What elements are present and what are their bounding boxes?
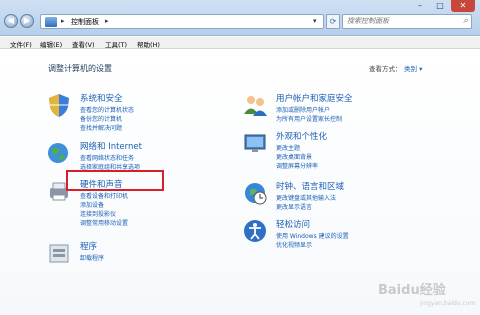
address-dropdown-icon[interactable]: ▾ [313, 17, 317, 25]
programs-icon [49, 244, 69, 263]
category-link[interactable]: 为所有用户设置家长控制 [276, 114, 342, 123]
category-link[interactable]: 更改显示语言 [276, 202, 312, 211]
menu-tools[interactable]: 工具(T) [105, 39, 127, 49]
category-link[interactable]: 查看设备和打印机 [80, 191, 128, 200]
category-title[interactable]: 时钟、语言和区域 [276, 180, 344, 192]
category-title[interactable]: 用户帐户和家庭安全 [276, 92, 353, 104]
maximize-button[interactable]: □ [430, 0, 450, 12]
category-title[interactable]: 网络和 Internet [80, 140, 142, 152]
address-bar[interactable]: ▸ 控制面板 ▸ ▾ [40, 14, 324, 29]
category-title[interactable]: 轻松访问 [276, 218, 310, 230]
view-by-dropdown[interactable]: 类别 ▾ [404, 63, 422, 73]
control-panel-content: 调整计算机的设置 查看方式： 类别 ▾ 系统和安全 查看您的计算机状态 备份您的… [0, 50, 480, 315]
appearance-icon [244, 134, 266, 152]
category-link[interactable]: 连接到投影仪 [80, 209, 116, 218]
category-link[interactable]: 查找并解决问题 [80, 123, 122, 132]
category-link[interactable]: 更改键盘或其他输入法 [276, 193, 336, 202]
category-link[interactable]: 优化视频显示 [276, 240, 312, 249]
network-globe-icon [48, 143, 68, 163]
menu-file[interactable]: 文件(F) [10, 39, 32, 49]
window-titlebar: – □ ✕ ◀ ▶ ▸ 控制面板 ▸ ▾ ⟳ ⌕ [0, 0, 480, 36]
breadcrumb-arrow-icon[interactable]: ▸ [105, 17, 109, 25]
minimize-button[interactable]: – [410, 0, 430, 12]
category-title[interactable]: 系统和安全 [80, 92, 123, 104]
highlight-box [66, 170, 164, 191]
ease-of-access-icon [244, 220, 266, 242]
clock-globe-icon [245, 183, 267, 205]
menu-edit[interactable]: 编辑(E) [40, 39, 62, 49]
category-link[interactable]: 更改主题 [276, 143, 300, 152]
breadcrumb-arrow-icon[interactable]: ▸ [61, 17, 65, 25]
category-link[interactable]: 调整屏幕分辨率 [276, 161, 318, 170]
breadcrumb-control-panel[interactable]: 控制面板 [71, 17, 99, 27]
refresh-button[interactable]: ⟳ [326, 14, 340, 29]
search-box[interactable]: ⌕ [342, 14, 472, 29]
users-icon [244, 96, 267, 116]
shield-icon [49, 94, 69, 117]
watermark-url: jingyan.baidu.com [420, 300, 476, 307]
page-title: 调整计算机的设置 [48, 64, 112, 73]
category-title[interactable]: 程序 [80, 240, 97, 252]
category-link[interactable]: 使用 Windows 建议的设置 [276, 231, 349, 240]
menu-help[interactable]: 帮助(H) [137, 39, 160, 49]
search-icon[interactable]: ⌕ [463, 16, 468, 26]
category-link[interactable]: 查看网络状态和任务 [80, 153, 134, 162]
close-button[interactable]: ✕ [451, 0, 475, 12]
category-link[interactable]: 查看您的计算机状态 [80, 105, 134, 114]
menu-bar: 文件(F) 编辑(E) 查看(V) 工具(T) 帮助(H) [0, 37, 480, 49]
category-link[interactable]: 卸载程序 [80, 253, 104, 262]
watermark: Baidu经验 [378, 283, 446, 298]
category-link[interactable]: 调整常用移动设置 [80, 218, 128, 227]
category-link[interactable]: 添加或删除用户帐户 [276, 105, 330, 114]
category-title[interactable]: 外观和个性化 [276, 130, 327, 142]
search-input[interactable] [347, 17, 457, 25]
menu-view[interactable]: 查看(V) [72, 39, 95, 49]
back-button[interactable]: ◀ [4, 14, 18, 28]
category-link[interactable]: 添加设备 [80, 200, 104, 209]
category-link[interactable]: 更改桌面背景 [276, 152, 312, 161]
category-link[interactable]: 备份您的计算机 [80, 114, 122, 123]
forward-button[interactable]: ▶ [20, 14, 34, 28]
control-panel-icon [45, 17, 57, 27]
view-by-label: 查看方式： [369, 65, 402, 73]
